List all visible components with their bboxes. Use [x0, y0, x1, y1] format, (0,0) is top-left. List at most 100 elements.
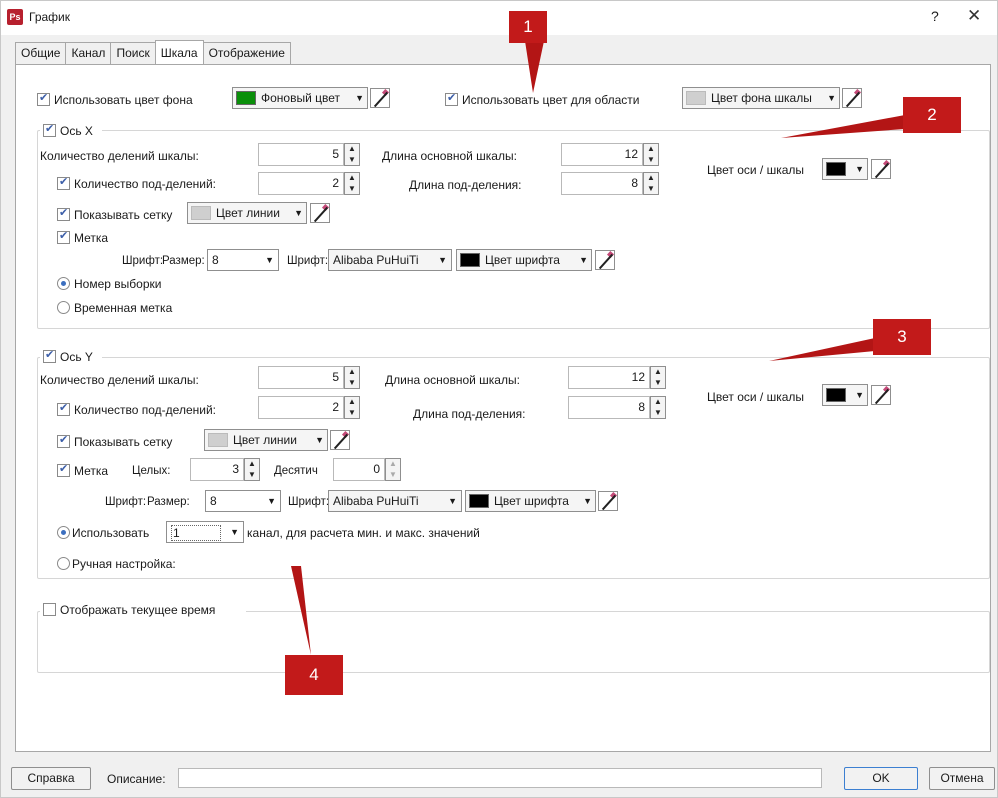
- chevron-down-icon: ▼: [579, 255, 588, 265]
- x-mark-label: Метка: [74, 231, 109, 245]
- y-subdiv-input[interactable]: 2: [258, 396, 344, 419]
- x-size-value: 8: [212, 253, 219, 267]
- x-font-value: Alibaba PuHuiTi: [333, 253, 419, 267]
- tab-general[interactable]: Общие: [15, 42, 67, 64]
- x-divisions-label: Количество делений шкалы:: [40, 149, 199, 163]
- y-dec-spinner[interactable]: [385, 458, 401, 481]
- tab-scale[interactable]: Шкала: [154, 40, 204, 64]
- show-time-checkbox[interactable]: [43, 603, 56, 616]
- x-divisions-spinner[interactable]: [344, 143, 360, 166]
- axis-y-title: Ось Y: [60, 350, 93, 364]
- tab-display[interactable]: Отображение: [202, 42, 291, 64]
- y-radio-use-label: Использовать: [72, 526, 150, 540]
- x-grid-checkbox[interactable]: [57, 206, 70, 221]
- x-mark-checkbox[interactable]: [57, 229, 70, 244]
- y-main-len-value: 12: [631, 370, 645, 384]
- description-label: Описание:: [107, 772, 166, 786]
- chevron-down-icon: ▼: [438, 255, 447, 265]
- x-subdiv-input[interactable]: 2: [258, 172, 344, 195]
- x-divisions-input[interactable]: 5: [258, 143, 344, 166]
- bg-eyedropper-icon[interactable]: [370, 88, 390, 108]
- chevron-down-icon: ▼: [230, 527, 239, 537]
- area-eyedropper-icon[interactable]: [842, 88, 862, 108]
- y-sub-len-spinner[interactable]: [650, 396, 666, 419]
- y-font2-label: Шрифт:: [288, 496, 330, 508]
- y-font-select[interactable]: Alibaba PuHuiTi ▼: [328, 490, 462, 512]
- x-font-color-combo[interactable]: Цвет шрифта ▼: [456, 249, 592, 271]
- y-sub-len-input[interactable]: 8: [568, 396, 650, 419]
- y-axis-color-combo[interactable]: ▼: [822, 384, 868, 406]
- x-radio-sample-label: Номер выборки: [74, 277, 162, 291]
- x-axis-color-combo[interactable]: ▼: [822, 158, 868, 180]
- y-size-select[interactable]: 8 ▼: [205, 490, 281, 512]
- chevron-down-icon: ▼: [448, 496, 457, 506]
- y-mark-checkbox[interactable]: [57, 462, 70, 477]
- axis-y-checkbox[interactable]: [43, 348, 56, 363]
- ok-button[interactable]: OK: [844, 767, 918, 790]
- x-font-eyedropper-icon[interactable]: [595, 250, 615, 270]
- cancel-button[interactable]: Отмена: [929, 767, 995, 790]
- description-input[interactable]: [178, 768, 822, 788]
- y-grid-eyedropper-icon[interactable]: [330, 430, 350, 450]
- x-radio-time-label: Временная метка: [74, 301, 173, 315]
- y-axis-eyedropper-icon[interactable]: [871, 385, 891, 405]
- x-grid-color-combo[interactable]: Цвет линии ▼: [187, 202, 307, 224]
- axis-x-checkbox[interactable]: [43, 122, 56, 137]
- x-sub-len-spinner[interactable]: [643, 172, 659, 195]
- x-subdiv-spinner[interactable]: [344, 172, 360, 195]
- y-size-value: 8: [210, 494, 217, 508]
- y-radio-manual[interactable]: [57, 557, 70, 570]
- y-subdiv-label: Количество под-делений:: [74, 403, 217, 417]
- tab-search[interactable]: Поиск: [110, 42, 156, 64]
- scale-tab-panel: Использовать цвет фона Фоновый цвет ▼ Ис…: [15, 64, 991, 752]
- x-main-len-spinner[interactable]: [643, 143, 659, 166]
- y-font-eyedropper-icon[interactable]: [598, 491, 618, 511]
- chevron-down-icon: ▼: [294, 208, 303, 218]
- y-dec-input[interactable]: 0: [333, 458, 385, 481]
- show-time-group: [37, 611, 990, 673]
- y-subdiv-spinner[interactable]: [344, 396, 360, 419]
- x-subdiv-value: 2: [332, 176, 339, 190]
- app-icon: Ps: [7, 9, 23, 25]
- y-int-label: Целых:: [132, 465, 171, 477]
- x-main-len-input[interactable]: 12: [561, 143, 643, 166]
- y-int-input[interactable]: 3: [190, 458, 244, 481]
- y-subdiv-checkbox[interactable]: [57, 401, 70, 416]
- bg-color-combo[interactable]: Фоновый цвет ▼: [232, 87, 368, 109]
- chevron-down-icon: ▼: [355, 93, 364, 103]
- y-main-len-input[interactable]: 12: [568, 366, 650, 389]
- close-icon[interactable]: ✕: [967, 6, 981, 26]
- y-int-spinner[interactable]: [244, 458, 260, 481]
- use-bg-checkbox[interactable]: [37, 91, 50, 106]
- window-title: График: [29, 10, 70, 24]
- use-area-checkbox[interactable]: [445, 91, 458, 106]
- x-font-select[interactable]: Alibaba PuHuiTi ▼: [328, 249, 452, 271]
- tab-channel[interactable]: Канал: [65, 42, 112, 64]
- y-channel-value: 1: [171, 525, 221, 541]
- x-radio-sample[interactable]: [57, 277, 70, 290]
- y-divisions-input[interactable]: 5: [258, 366, 344, 389]
- chevron-down-icon: ▼: [583, 496, 592, 506]
- y-grid-color-combo[interactable]: Цвет линии ▼: [204, 429, 328, 451]
- y-divisions-spinner[interactable]: [344, 366, 360, 389]
- y-grid-color-label: Цвет линии: [233, 433, 297, 447]
- y-radio-use[interactable]: [57, 526, 70, 539]
- x-axis-eyedropper-icon[interactable]: [871, 159, 891, 179]
- area-color-combo[interactable]: Цвет фона шкалы ▼: [682, 87, 840, 109]
- x-size-select[interactable]: 8 ▼: [207, 249, 279, 271]
- x-divisions-value: 5: [332, 147, 339, 161]
- y-mark-label: Метка: [74, 464, 109, 478]
- y-channel-select[interactable]: 1 ▼: [166, 521, 244, 543]
- show-time-label: Отображать текущее время: [60, 603, 216, 617]
- y-sub-len-value: 8: [638, 400, 645, 414]
- y-main-len-spinner[interactable]: [650, 366, 666, 389]
- y-grid-checkbox[interactable]: [57, 433, 70, 448]
- help-icon[interactable]: ?: [931, 8, 939, 24]
- x-grid-eyedropper-icon[interactable]: [310, 203, 330, 223]
- help-button[interactable]: Справка: [11, 767, 91, 790]
- x-subdiv-checkbox[interactable]: [57, 175, 70, 190]
- y-sub-len-label: Длина под-деления:: [413, 407, 526, 421]
- x-radio-time[interactable]: [57, 301, 70, 314]
- x-sub-len-input[interactable]: 8: [561, 172, 643, 195]
- y-font-color-combo[interactable]: Цвет шрифта ▼: [465, 490, 596, 512]
